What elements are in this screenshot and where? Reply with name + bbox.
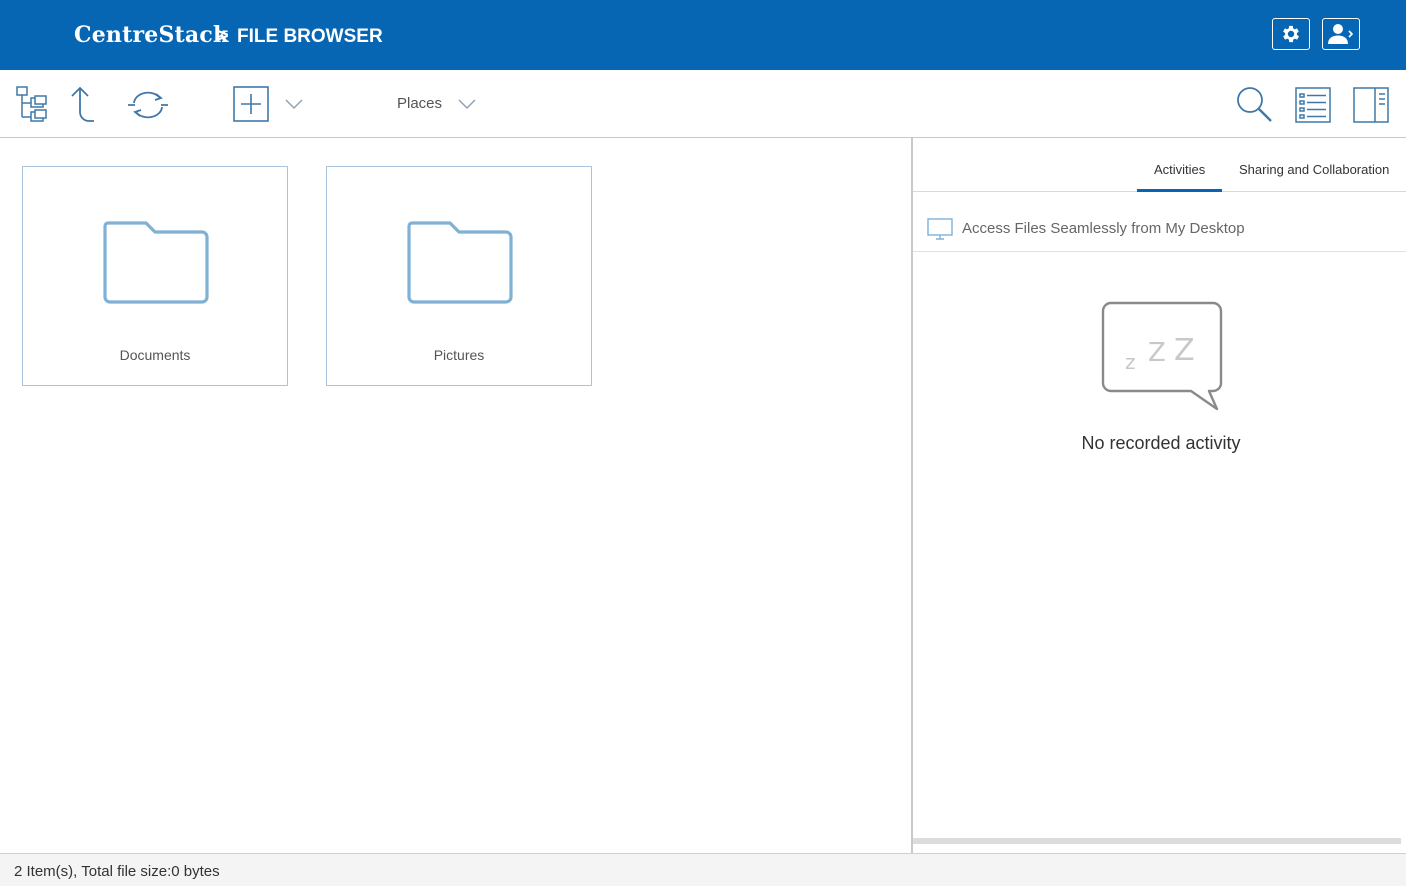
brand-logo[interactable]: CentreStack (74, 22, 228, 48)
status-bar: 2 Item(s), Total file size:0 bytes (0, 853, 1406, 886)
monitor-icon (927, 218, 953, 240)
status-text: 2 Item(s), Total file size:0 bytes (14, 863, 220, 880)
tab-activities[interactable]: Activities (1154, 162, 1205, 177)
desktop-access-text: Access Files Seamlessly from My Desktop (962, 220, 1245, 237)
list-view-icon[interactable] (1295, 87, 1331, 123)
panel-tabs: Activities Sharing and Collaboration (913, 138, 1406, 192)
refresh-icon[interactable] (126, 88, 170, 122)
horizontal-scrollbar[interactable] (913, 838, 1401, 844)
folder-tree-icon[interactable] (16, 86, 48, 122)
breadcrumb-separator: > (217, 25, 229, 47)
gear-icon (1283, 25, 1299, 43)
folder-icon (103, 221, 209, 304)
file-browser-area: Documents Pictures (0, 138, 912, 853)
svg-text:z: z (1125, 350, 1136, 374)
folder-icon (407, 221, 513, 304)
places-label: Places (397, 95, 443, 112)
toolbar: Places (0, 70, 1406, 138)
desktop-access-link[interactable]: Access Files Seamlessly from My Desktop (913, 192, 1406, 252)
folder-tile-documents[interactable]: Documents (22, 166, 288, 386)
user-account-button[interactable] (1322, 18, 1360, 50)
side-panel-icon[interactable] (1353, 87, 1389, 123)
folder-tile-pictures[interactable]: Pictures (326, 166, 592, 386)
folder-label: Pictures (433, 347, 485, 363)
chevron-down-icon[interactable] (457, 98, 477, 110)
empty-activity-message: No recorded activity (1081, 433, 1241, 453)
tab-sharing-collaboration[interactable]: Sharing and Collaboration (1239, 162, 1389, 177)
search-icon[interactable] (1236, 86, 1274, 124)
add-icon[interactable] (233, 86, 269, 122)
settings-button[interactable] (1272, 18, 1310, 50)
svg-text:Z: Z (1148, 338, 1166, 368)
svg-text:Z: Z (1174, 333, 1195, 368)
chevron-down-icon[interactable] (284, 98, 304, 110)
app-header: CentreStack > FILE BROWSER (0, 0, 1406, 70)
folder-label: Documents (119, 347, 191, 363)
sleeping-bubble-icon: z Z Z (1101, 301, 1223, 411)
up-arrow-icon[interactable] (66, 84, 98, 124)
places-dropdown[interactable]: Places (397, 95, 442, 112)
breadcrumb-current: FILE BROWSER (237, 26, 383, 47)
user-account-icon (1328, 24, 1354, 44)
activity-panel: Activities Sharing and Collaboration Acc… (913, 138, 1406, 853)
